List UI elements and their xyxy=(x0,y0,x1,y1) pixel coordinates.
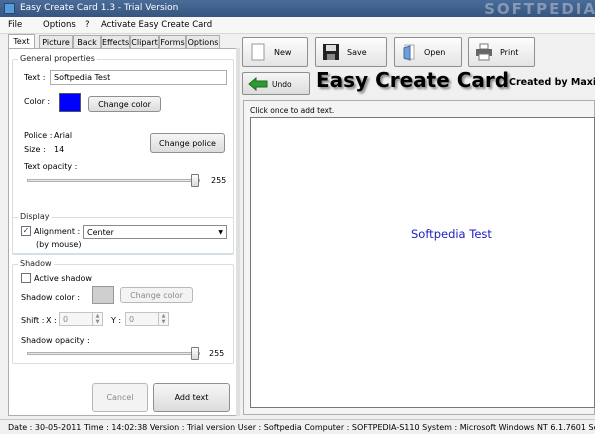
chevron-down-icon: ▼ xyxy=(218,229,223,236)
display-group: Display ✓ Alignment : (by mouse) Center … xyxy=(12,212,234,254)
print-label: Print xyxy=(500,48,519,57)
status-user-label: User : xyxy=(237,423,262,432)
open-button[interactable]: Open xyxy=(394,37,462,67)
spinner-arrows-icon[interactable]: ▲ ▼ xyxy=(158,313,168,325)
created-by-label: Created by Maxin xyxy=(509,77,595,88)
menu-options[interactable]: Options xyxy=(43,20,76,30)
open-label: Open xyxy=(424,48,446,57)
status-version-label: Version : xyxy=(149,423,185,432)
status-date-label: Date : xyxy=(8,423,33,432)
alignment-value: Center xyxy=(87,228,114,237)
tab-options[interactable]: Options xyxy=(186,35,220,49)
alignment-label: Alignment : xyxy=(34,227,81,236)
group-title: Display xyxy=(18,212,52,221)
text-panel: General properties Text : Softpedia Test… xyxy=(8,48,237,416)
shadow-color-swatch[interactable] xyxy=(92,286,114,304)
menu-activate[interactable]: Activate Easy Create Card xyxy=(101,20,212,30)
status-version: Trial version xyxy=(187,423,236,432)
shift-y-input[interactable]: 0 ▲ ▼ xyxy=(125,312,169,326)
new-label: New xyxy=(274,48,292,57)
active-shadow-label: Active shadow xyxy=(34,274,92,283)
shift-x-value: 0 xyxy=(63,315,69,324)
text-opacity-value: 255 xyxy=(211,176,227,185)
change-police-button[interactable]: Change police xyxy=(150,133,225,153)
card-text[interactable]: Softpedia Test xyxy=(411,227,492,241)
undo-button[interactable]: Undo xyxy=(242,72,310,95)
alignment-select[interactable]: Center ▼ xyxy=(83,225,227,239)
text-label: Text : xyxy=(24,73,46,82)
add-text-button[interactable]: Add text xyxy=(153,383,230,412)
shadow-opacity-value: 255 xyxy=(209,349,225,358)
shift-x-label: X : xyxy=(46,316,57,325)
status-bar: Date : 30-05-2011 Time : 14:02:38 Versio… xyxy=(0,419,595,434)
group-title: Shadow xyxy=(18,259,54,268)
tab-clipart[interactable]: Clipart xyxy=(130,35,159,49)
color-label: Color : xyxy=(24,97,51,106)
group-title: General properties xyxy=(18,54,97,63)
folder-open-icon xyxy=(403,44,415,61)
undo-label: Undo xyxy=(272,80,292,89)
save-label: Save xyxy=(347,48,367,57)
shift-x-input[interactable]: 0 ▲ ▼ xyxy=(59,312,103,326)
status-computer-label: Computer : xyxy=(304,423,350,432)
status-computer: SOFTPEDIA-S110 xyxy=(351,423,420,432)
shadow-opacity-slider[interactable] xyxy=(27,352,200,355)
shadow-group: Shadow Active shadow Shadow color : Chan… xyxy=(12,259,234,364)
tab-text[interactable]: Text xyxy=(8,34,35,49)
police-value: Arial xyxy=(54,131,73,140)
spinner-arrows-icon[interactable]: ▲ ▼ xyxy=(92,313,102,325)
new-button[interactable]: New xyxy=(242,37,308,67)
menu-file[interactable]: File xyxy=(8,20,22,30)
app-headline: Easy Create Card xyxy=(316,68,510,92)
shadow-opacity-label: Shadow opacity : xyxy=(21,336,90,345)
text-color-swatch[interactable] xyxy=(59,93,81,112)
window-title: Easy Create Card 1.3 - Trial Version xyxy=(20,3,179,13)
status-user: Softpedia xyxy=(263,423,302,432)
text-opacity-label: Text opacity : xyxy=(24,162,78,171)
status-date: 30-05-2011 xyxy=(34,423,82,432)
active-shadow-checkbox[interactable] xyxy=(21,273,31,283)
shift-y-value: 0 xyxy=(129,315,135,324)
panel-divider xyxy=(236,48,240,416)
save-button[interactable]: Save xyxy=(315,37,387,67)
tab-back[interactable]: Back xyxy=(73,35,101,49)
change-color-button[interactable]: Change color xyxy=(88,96,161,112)
by-mouse-label: (by mouse) xyxy=(36,240,82,249)
slider-thumb[interactable] xyxy=(191,174,199,187)
new-document-icon xyxy=(251,43,265,61)
title-bar: Easy Create Card 1.3 - Trial Version SOF… xyxy=(0,0,595,18)
app-icon xyxy=(4,3,15,14)
watermark: SOFTPEDIA xyxy=(484,0,595,18)
floppy-disk-icon xyxy=(323,44,339,60)
tab-forms[interactable]: Forms xyxy=(159,35,186,49)
police-label: Police : xyxy=(24,131,53,140)
shadow-change-color-button[interactable]: Change color xyxy=(120,287,193,303)
status-time: 14:02:38 xyxy=(111,423,148,432)
shift-label: Shift : xyxy=(21,316,45,325)
menu-help[interactable]: ? xyxy=(85,20,90,30)
alignment-checkbox[interactable]: ✓ xyxy=(21,226,31,236)
slider-thumb[interactable] xyxy=(191,347,199,360)
size-value: 14 xyxy=(54,145,65,154)
status-system-label: System : xyxy=(422,423,458,432)
shadow-color-label: Shadow color : xyxy=(21,293,81,302)
shift-y-label: Y : xyxy=(111,316,122,325)
status-system: Microsoft Windows NT 6.1.7601 Service Pa… xyxy=(459,423,595,432)
size-label: Size : xyxy=(24,145,46,154)
status-time-label: Time : xyxy=(83,423,109,432)
printer-icon xyxy=(476,43,492,61)
tab-picture[interactable]: Picture xyxy=(39,35,73,49)
card-canvas[interactable] xyxy=(250,117,595,408)
print-button[interactable]: Print xyxy=(468,37,535,67)
tab-effects[interactable]: Effects xyxy=(101,35,130,49)
menu-bar: File Options ? Activate Easy Create Card xyxy=(0,17,595,34)
text-input[interactable]: Softpedia Test xyxy=(50,70,227,85)
text-opacity-slider[interactable] xyxy=(27,179,200,182)
undo-arrow-icon xyxy=(248,77,268,91)
canvas-hint: Click once to add text. xyxy=(250,106,335,115)
cancel-button[interactable]: Cancel xyxy=(92,383,148,412)
